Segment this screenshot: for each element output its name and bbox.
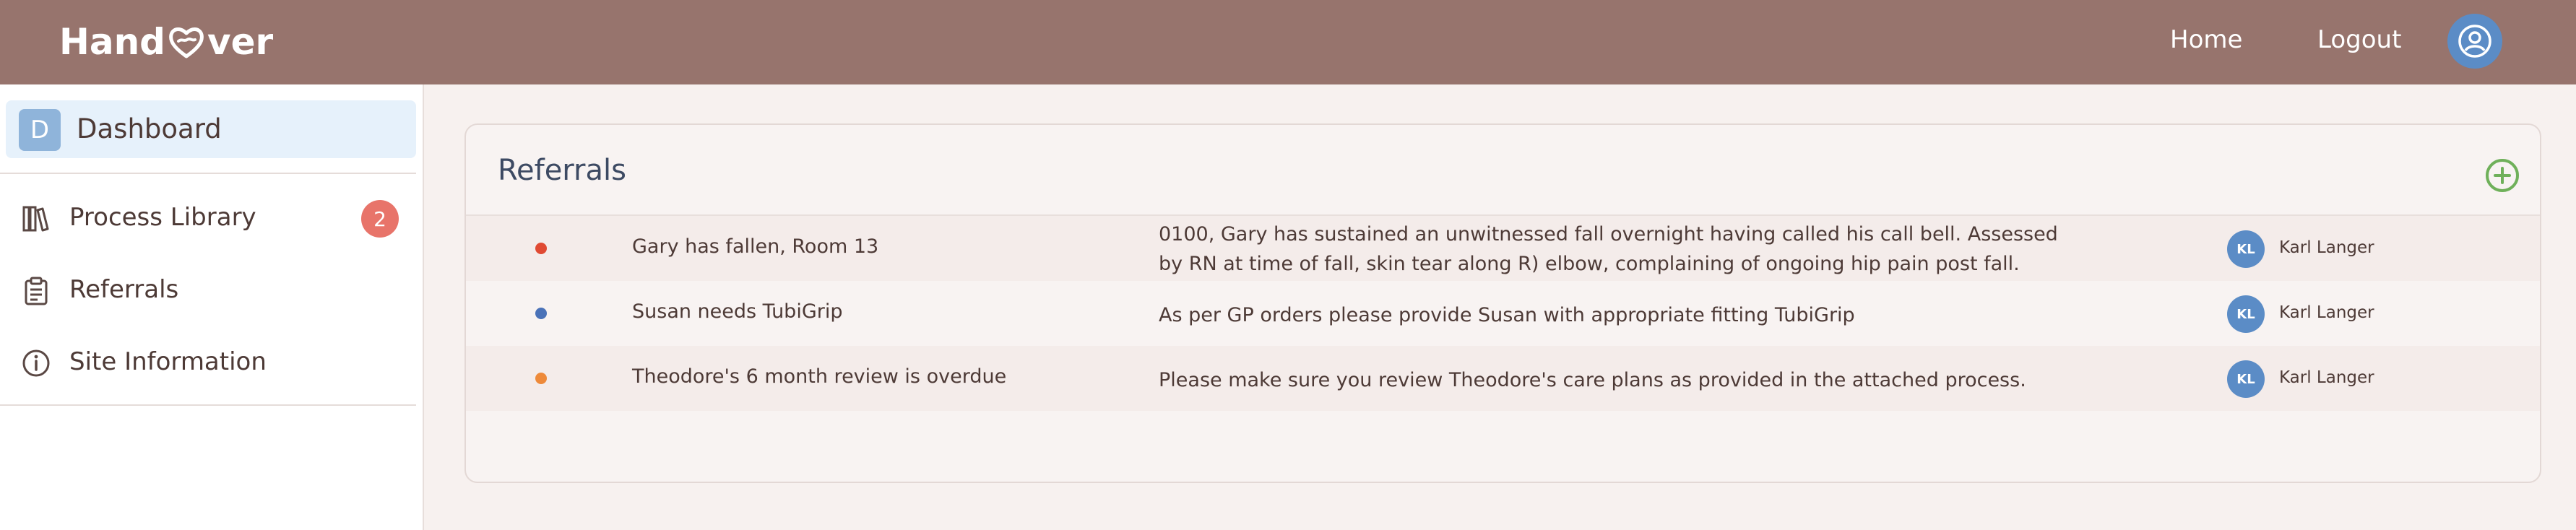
handover-logo[interactable]: Hand ver	[59, 19, 273, 65]
logo-text-right: ver	[207, 21, 274, 63]
nav-logout-link[interactable]: Logout	[2317, 22, 2401, 58]
add-referral-icon[interactable]	[2484, 157, 2520, 194]
dashboard-letter-icon: D	[19, 109, 61, 151]
sidebar-item-dashboard[interactable]: D Dashboard	[6, 100, 416, 158]
sidebar-item-site-information[interactable]: Site Information	[0, 333, 416, 391]
sidebar-item-referrals[interactable]: Referrals	[0, 261, 416, 318]
heart-logo-icon	[169, 27, 204, 58]
clipboard-icon	[25, 277, 48, 305]
referral-title: Gary has fallen, Room 13	[632, 235, 879, 258]
status-dot-icon	[535, 308, 547, 319]
sidebar-item-process-library[interactable]: Process Library 2	[0, 188, 416, 246]
sidebar-item-label: Dashboard	[77, 113, 222, 144]
referral-description: 0100, Gary has sustained an unwitnessed …	[1159, 223, 2058, 275]
assignee-avatar: KL	[2227, 360, 2265, 398]
user-circle-icon	[2458, 25, 2491, 58]
status-dot-icon	[535, 373, 547, 384]
referral-row[interactable]: Theodore's 6 month review is overdue Ple…	[466, 346, 2540, 411]
referrals-card: Referrals Gary has fallen, Room 13 0100,…	[464, 123, 2541, 483]
sidebar-divider	[0, 404, 416, 406]
user-avatar-button[interactable]	[2447, 14, 2502, 69]
referral-title: Susan needs TubiGrip	[632, 300, 843, 323]
logo-text-left: Hand	[59, 21, 165, 63]
assignee-name: Karl Langer	[2279, 303, 2374, 322]
sidebar-item-label: Referrals	[69, 275, 179, 304]
referral-row[interactable]: Gary has fallen, Room 13 0100, Gary has …	[466, 216, 2540, 281]
sidebar-item-label: Process Library	[69, 203, 256, 232]
nav-home-link[interactable]: Home	[2170, 22, 2242, 58]
assignee-avatar: KL	[2227, 230, 2265, 268]
assignee-name: Karl Langer	[2279, 238, 2374, 257]
status-dot-icon	[535, 243, 547, 254]
card-title: Referrals	[498, 154, 626, 187]
referral-title: Theodore's 6 month review is overdue	[632, 365, 1007, 388]
referral-row[interactable]: Susan needs TubiGrip As per GP orders pl…	[466, 281, 2540, 346]
assignee-avatar: KL	[2227, 295, 2265, 333]
sidebar: D Dashboard Process Library 2 Referrals …	[0, 84, 424, 530]
top-bar: Hand ver Home Logout	[0, 0, 2576, 84]
sidebar-item-label: Site Information	[69, 347, 267, 376]
notification-badge: 2	[361, 200, 399, 238]
books-icon	[22, 206, 49, 232]
info-icon	[22, 349, 50, 377]
sidebar-divider	[0, 173, 416, 174]
assignee-name: Karl Langer	[2279, 368, 2374, 387]
referral-description: As per GP orders please provide Susan wi…	[1159, 304, 1855, 326]
referral-description: Please make sure you review Theodore's c…	[1159, 369, 2026, 391]
